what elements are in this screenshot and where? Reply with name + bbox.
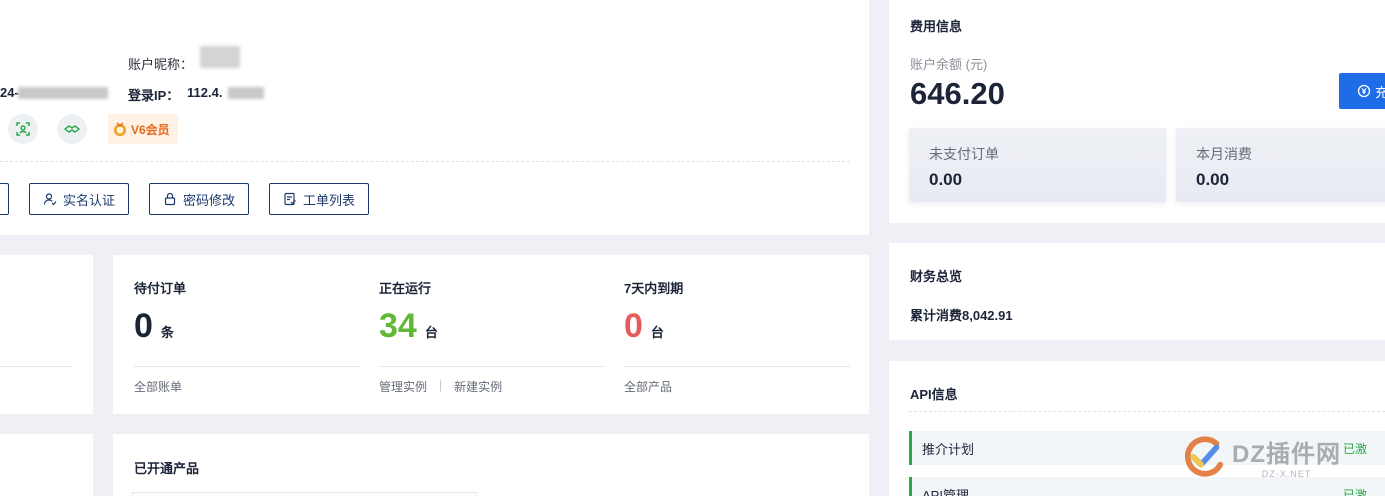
unpaid-orders-label: 未支付订单: [929, 146, 999, 162]
dashed-divider: [909, 411, 1385, 412]
divider: [379, 366, 605, 367]
unpaid-orders-value: 0.00: [929, 170, 963, 189]
monthly-spend-box[interactable]: 本月消费 0.00: [1176, 128, 1385, 202]
partial-action-button[interactable]: [0, 183, 9, 215]
user-icon: [43, 193, 57, 206]
manage-instances-link[interactable]: 管理实例: [379, 378, 427, 395]
divider: [134, 366, 360, 367]
login-ip-redacted: [228, 87, 264, 99]
medal-icon: [112, 121, 128, 137]
all-bills-link[interactable]: 全部账单: [134, 378, 182, 395]
handshake-icon[interactable]: [57, 114, 87, 144]
yen-circle-icon: [1357, 84, 1371, 98]
link-separator: |: [439, 378, 443, 392]
api-row-label: API管理: [922, 487, 969, 496]
balance-label: 账户余额 (元): [910, 57, 988, 72]
watermark-sub: DZ-X.NET: [1261, 468, 1312, 479]
recharge-button[interactable]: 充: [1339, 73, 1385, 109]
unpaid-orders-box[interactable]: 未支付订单 0.00: [909, 128, 1166, 202]
stat-pending-orders: 待付订单 0 条: [134, 278, 186, 343]
login-ip-label: 登录IP：: [128, 88, 180, 103]
vip-badge[interactable]: V6会员: [108, 114, 178, 144]
finance-card: 财务总览 累计消费8,042.91: [889, 243, 1385, 340]
stat-label: 7天内到期: [624, 281, 684, 296]
left-overview-card: [0, 255, 93, 414]
account-id-redacted: [18, 87, 108, 99]
new-instance-link[interactable]: 新建实例: [454, 378, 502, 395]
billing-card: 费用信息 账户余额 (元) 646.20 充 未支付订单 0.00 本月消费 0…: [889, 0, 1385, 223]
api-row-label: 推介计划: [922, 441, 975, 457]
stat-label: 正在运行: [379, 281, 432, 296]
stat-label: 待付订单: [134, 281, 187, 296]
stat-unit: 条: [160, 325, 174, 340]
recharge-label: 充: [1375, 84, 1385, 100]
real-name-label: 实名认证: [62, 192, 115, 208]
account-id-partial: 24-: [0, 85, 19, 100]
watermark: DZ插件网 DZ-X.NET: [1180, 426, 1360, 486]
real-name-button[interactable]: 实名认证: [29, 183, 129, 215]
stat-running: 正在运行 34 台: [379, 278, 438, 343]
instance-links: 管理实例 | 新建实例: [379, 378, 502, 395]
monthly-spend-value: 0.00: [1196, 170, 1230, 189]
balance-value: 646.20: [910, 76, 1005, 111]
lock-icon: [164, 192, 176, 206]
password-change-button[interactable]: 密码修改: [149, 183, 249, 215]
monthly-spend-label: 本月消费: [1196, 146, 1252, 162]
stat-expiring: 7天内到期 0 台: [624, 278, 683, 343]
profile-card: 账户昵称： 24- 登录IP： 112.4. V6会员 实名认证 密码修改 工单…: [0, 0, 869, 235]
stat-value: 0: [134, 307, 153, 345]
stat-unit: 台: [650, 325, 664, 340]
password-change-label: 密码修改: [182, 192, 235, 208]
divider: [0, 366, 72, 367]
ticket-list-label: 工单列表: [302, 192, 355, 208]
dashed-divider: [0, 161, 850, 162]
vip-label: V6会员: [131, 122, 170, 137]
api-row-status: 已激: [1342, 488, 1367, 496]
total-spend: 累计消费8,042.91: [910, 308, 1013, 323]
login-ip-value: 112.4.: [187, 85, 223, 100]
products-table-border: [132, 492, 477, 496]
api-title: API信息: [910, 387, 958, 402]
watermark-text: DZ插件网: [1232, 440, 1341, 468]
products-title: 已开通产品: [134, 461, 200, 476]
all-products-link[interactable]: 全部产品: [624, 378, 672, 395]
ticket-icon: [284, 192, 296, 206]
nickname-label: 账户昵称：: [128, 57, 194, 72]
stat-value: 0: [624, 307, 643, 345]
divider: [624, 366, 850, 367]
stat-value: 34: [379, 307, 417, 345]
left-bottom-card: [0, 434, 93, 496]
stats-card: 待付订单 0 条 全部账单 正在运行 34 台 管理实例 | 新建实例 7天内到…: [113, 255, 869, 414]
nickname-value-redacted: [200, 46, 240, 68]
billing-title: 费用信息: [910, 19, 963, 34]
ticket-list-button[interactable]: 工单列表: [269, 183, 369, 215]
face-scan-icon[interactable]: [8, 114, 38, 144]
stat-unit: 台: [424, 325, 438, 340]
products-card: 已开通产品: [113, 434, 869, 496]
finance-title: 财务总览: [910, 269, 963, 284]
watermark-logo-icon: [1184, 436, 1224, 477]
